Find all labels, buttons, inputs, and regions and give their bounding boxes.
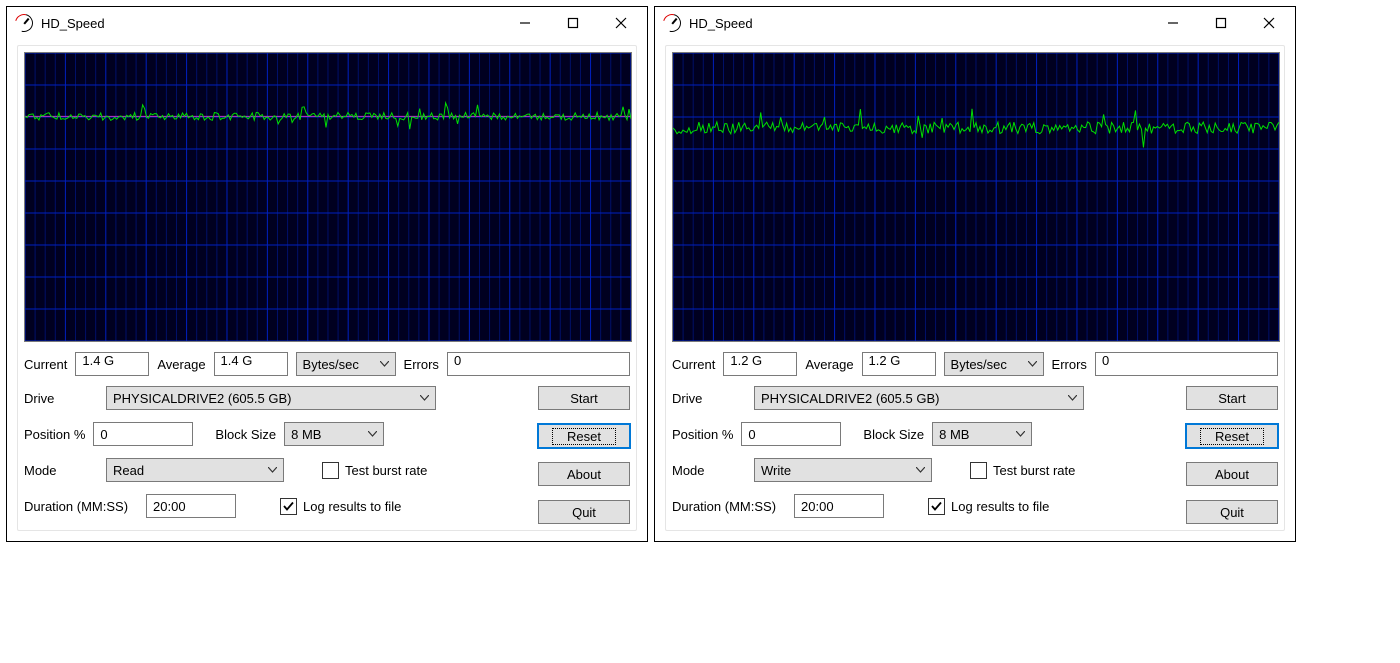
chevron-down-icon [268,467,277,473]
position-label: Position % [672,427,733,442]
average-value: 1.4 G [214,352,288,376]
mode-label: Mode [24,463,98,478]
logfile-checkbox[interactable]: Log results to file [928,498,1049,515]
blocksize-label: Block Size [215,427,276,442]
average-label: Average [805,357,853,372]
errors-value: 0 [1095,352,1278,376]
chevron-down-icon [368,431,377,437]
window-title: HD_Speed [41,16,511,31]
drive-label: Drive [24,391,98,406]
mode-label: Mode [672,463,746,478]
chevron-down-icon [1028,361,1037,367]
graph-panel [672,52,1280,342]
app-window: HD_Speed Current 1.4 G Average 1.4 G Bytes/se… [6,6,648,542]
duration-input[interactable] [794,494,884,518]
current-value: 1.2 G [723,352,797,376]
burst-checkbox[interactable]: Test burst rate [970,462,1075,479]
speed-graph [673,53,1279,341]
app-icon [663,14,681,32]
minimize-button[interactable] [511,12,539,34]
checkbox-icon [970,462,987,479]
chevron-down-icon [420,395,429,401]
burst-checkbox[interactable]: Test burst rate [322,462,427,479]
app-icon [15,14,33,32]
position-input[interactable] [93,422,193,446]
unit-select[interactable]: Bytes/sec [944,352,1044,376]
reset-button[interactable]: Reset [1186,424,1278,448]
drive-label: Drive [672,391,746,406]
checkbox-icon [928,498,945,515]
minimize-button[interactable] [1159,12,1187,34]
checkbox-icon [322,462,339,479]
drive-select[interactable]: PHYSICALDRIVE2 (605.5 GB) [106,386,436,410]
errors-label: Errors [404,357,439,372]
logfile-label: Log results to file [951,499,1049,514]
about-button[interactable]: About [1186,462,1278,486]
blocksize-select[interactable]: 8 MB [932,422,1032,446]
chevron-down-icon [916,467,925,473]
graph-grid [25,53,631,341]
mode-select[interactable]: Read [106,458,284,482]
graph-grid [673,53,1279,341]
client-area: Current 1.2 G Average 1.2 G Bytes/sec Errors 0… [665,45,1285,531]
quit-button[interactable]: Quit [538,500,630,524]
client-area: Current 1.4 G Average 1.4 G Bytes/sec Errors 0… [17,45,637,531]
graph-panel [24,52,632,342]
start-button[interactable]: Start [538,386,630,410]
mode-select[interactable]: Write [754,458,932,482]
errors-label: Errors [1052,357,1087,372]
start-button[interactable]: Start [1186,386,1278,410]
average-label: Average [157,357,205,372]
errors-value: 0 [447,352,630,376]
burst-label: Test burst rate [345,463,427,478]
chevron-down-icon [380,361,389,367]
about-button[interactable]: About [538,462,630,486]
duration-input[interactable] [146,494,236,518]
window-title: HD_Speed [689,16,1159,31]
close-button[interactable] [1255,12,1283,34]
blocksize-select[interactable]: 8 MB [284,422,384,446]
duration-label: Duration (MM:SS) [24,499,128,514]
blocksize-label: Block Size [863,427,924,442]
close-button[interactable] [607,12,635,34]
reset-button[interactable]: Reset [538,424,630,448]
logfile-checkbox[interactable]: Log results to file [280,498,401,515]
current-label: Current [672,357,715,372]
quit-button[interactable]: Quit [1186,500,1278,524]
chevron-down-icon [1016,431,1025,437]
position-label: Position % [24,427,85,442]
checkbox-icon [280,498,297,515]
titlebar[interactable]: HD_Speed [655,7,1295,39]
burst-label: Test burst rate [993,463,1075,478]
logfile-label: Log results to file [303,499,401,514]
position-input[interactable] [741,422,841,446]
duration-label: Duration (MM:SS) [672,499,776,514]
unit-select[interactable]: Bytes/sec [296,352,396,376]
maximize-button[interactable] [1207,12,1235,34]
app-window: HD_Speed Current 1.2 G Average 1.2 G Bytes/se… [654,6,1296,542]
speed-graph [25,53,631,341]
chevron-down-icon [1068,395,1077,401]
maximize-button[interactable] [559,12,587,34]
average-value: 1.2 G [862,352,936,376]
current-label: Current [24,357,67,372]
current-value: 1.4 G [75,352,149,376]
drive-select[interactable]: PHYSICALDRIVE2 (605.5 GB) [754,386,1084,410]
titlebar[interactable]: HD_Speed [7,7,647,39]
